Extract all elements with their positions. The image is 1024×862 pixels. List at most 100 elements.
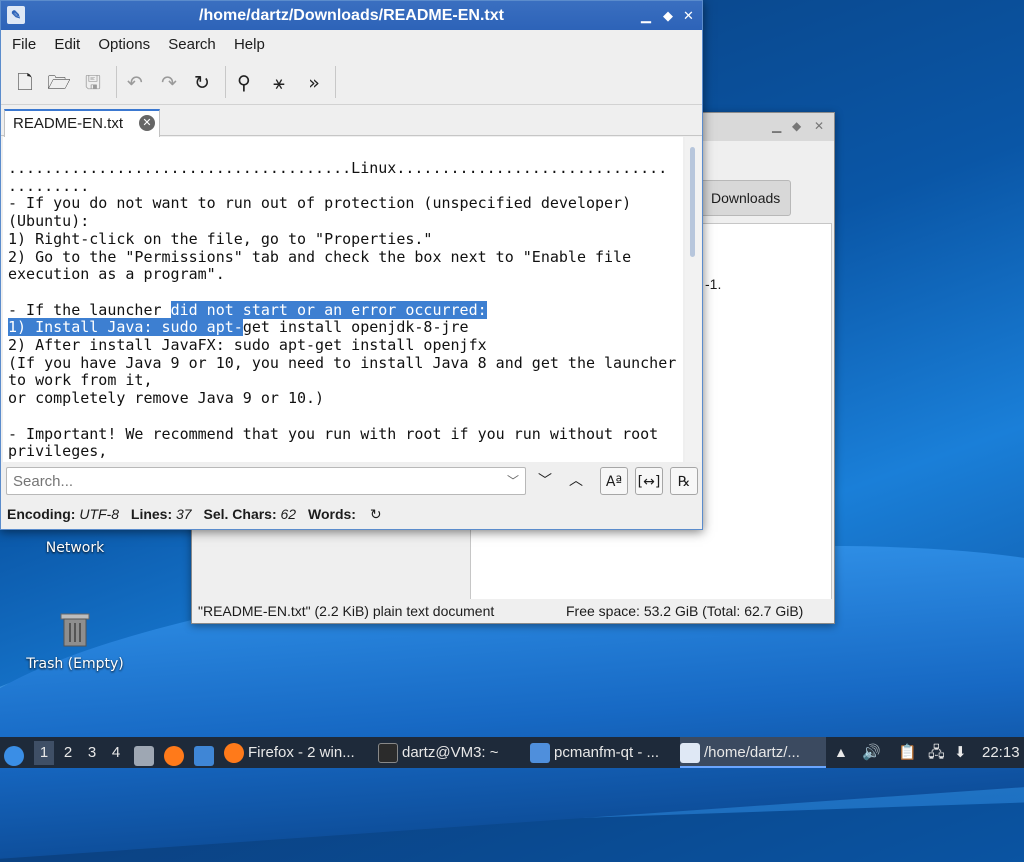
- chevron-down-icon[interactable]: ﹀: [507, 472, 519, 489]
- whole-word-icon[interactable]: [↔]: [635, 467, 663, 495]
- task-pcmanfm[interactable]: pcmanfm-qt - ...: [530, 737, 676, 768]
- editor-titlebar[interactable]: ✎ /home/dartz/Downloads/README-EN.txt ▁ …: [1, 1, 702, 30]
- save-icon[interactable]: 🖫: [80, 70, 106, 96]
- lines-label: Lines:: [130, 506, 173, 522]
- task-text-editor[interactable]: /home/dartz/...: [680, 737, 826, 768]
- breadcrumb-downloads[interactable]: Downloads: [700, 180, 792, 216]
- editor-window[interactable]: ✎ /home/dartz/Downloads/README-EN.txt ▁ …: [0, 0, 703, 530]
- task-label: dartz@VM3: ~: [402, 744, 499, 761]
- text-line: 2) After install JavaFX: sudo apt-get in…: [8, 336, 487, 355]
- file-manager-launcher-icon[interactable]: [134, 737, 156, 768]
- refresh-word-count-icon[interactable]: ↻: [370, 506, 382, 522]
- text-line: (If you have Java 9 or 10, you need to i…: [8, 353, 677, 372]
- find-replace-icon[interactable]: ⚹: [266, 70, 292, 96]
- task-label: /home/dartz/...: [704, 744, 800, 761]
- minimize-icon[interactable]: ▁: [641, 1, 651, 30]
- clipboard-icon[interactable]: 📋: [898, 737, 918, 768]
- close-icon[interactable]: ✕: [814, 119, 824, 133]
- workspace-4[interactable]: 4: [106, 741, 126, 765]
- terminal-icon: [378, 743, 398, 764]
- search-input[interactable]: [7, 468, 509, 494]
- desktop-icon-network[interactable]: Network: [15, 536, 135, 556]
- vertical-scrollbar[interactable]: [685, 137, 701, 462]
- regex-icon[interactable]: ℞: [670, 467, 698, 495]
- lines-value: 37: [176, 506, 192, 522]
- editor-statusbar: Encoding: UTF-8 Lines: 37 Sel. Chars: 62…: [7, 506, 382, 523]
- maximize-icon[interactable]: ◆: [663, 1, 673, 30]
- text-line: (Ubuntu):: [8, 212, 90, 231]
- menu-edit[interactable]: Edit: [47, 36, 87, 53]
- desktop-icon-label: Trash (Empty): [26, 656, 124, 672]
- close-tab-icon[interactable]: ✕: [139, 115, 156, 131]
- file-manager-statusbar: "README-EN.txt" (2.2 KiB) plain text doc…: [192, 599, 834, 623]
- task-label: Firefox - 2 win...: [248, 744, 355, 761]
- find-icon[interactable]: ⚲: [231, 70, 257, 96]
- encoding-label: Encoding:: [7, 506, 76, 522]
- find-next-icon[interactable]: ﹀: [531, 467, 559, 495]
- tab-readme[interactable]: README-EN.txt ✕: [4, 109, 161, 137]
- volume-icon[interactable]: 🔊: [862, 737, 882, 768]
- network-icon[interactable]: 🖧: [928, 737, 948, 768]
- workspace-1[interactable]: 1: [34, 741, 54, 765]
- minimize-icon[interactable]: ▁: [772, 119, 781, 133]
- maximize-icon[interactable]: ◆: [792, 119, 801, 133]
- search-field[interactable]: ﹀: [6, 467, 526, 495]
- text-line: 2) Go to the "Permissions" tab and check…: [8, 247, 632, 266]
- tab-label: README-EN.txt: [13, 115, 124, 132]
- menu-file[interactable]: File: [5, 36, 43, 53]
- text-line: privileges,: [8, 442, 108, 461]
- redo-icon[interactable]: ↷: [156, 70, 182, 96]
- folder-icon: [530, 743, 550, 764]
- text-line: - If you do not want to run out of prote…: [8, 194, 632, 213]
- search-bar: ﹀ ﹀ ︿ Aª [↔] ℞: [1, 463, 702, 501]
- open-folder-icon[interactable]: 🗁: [46, 70, 72, 96]
- scrollbar-thumb[interactable]: [690, 147, 695, 257]
- toolbar: 🗋 🗁 🖫 ↶ ↷ ↻ ⚲ ⚹ »: [1, 60, 702, 105]
- workspace-2[interactable]: 2: [58, 741, 78, 765]
- firefox-launcher-icon[interactable]: [164, 737, 186, 768]
- firefox-icon: [224, 743, 244, 764]
- text-editor-icon: [680, 743, 700, 764]
- taskbar: 1 2 3 4 Firefox - 2 win... dartz@VM3: ~ …: [0, 737, 1024, 768]
- clock[interactable]: 22:13: [982, 737, 1022, 768]
- text-editor-app-icon: ✎: [7, 6, 25, 24]
- task-label: pcmanfm-qt - ...: [554, 744, 660, 761]
- text-line: ......................................Li…: [8, 159, 668, 177]
- text-line: execution as a program".: [8, 265, 225, 284]
- text-line: or completely remove Java 9 or 10.): [8, 389, 325, 408]
- more-icon[interactable]: »: [301, 70, 327, 96]
- desktop-icon-label: Network: [45, 540, 105, 556]
- menu-search[interactable]: Search: [161, 36, 223, 53]
- tray-arrow-icon[interactable]: ▲: [834, 737, 854, 768]
- text-line: .........: [8, 176, 90, 195]
- text-line: 1) Right-click on the file, go to "Prope…: [8, 229, 433, 248]
- text-line: get install openjdk-8-jre: [242, 318, 469, 337]
- window-title: /home/dartz/Downloads/README-EN.txt: [199, 7, 504, 24]
- new-file-icon[interactable]: 🗋: [12, 70, 38, 96]
- find-previous-icon[interactable]: ︿: [562, 467, 590, 495]
- sel-chars-value: 62: [280, 506, 297, 522]
- menu-help[interactable]: Help: [227, 36, 272, 53]
- reload-icon[interactable]: ↻: [189, 70, 215, 96]
- status-free-space: Free space: 53.2 GiB (Total: 62.7 GiB): [566, 603, 804, 619]
- text-area[interactable]: ......................................Li…: [3, 137, 683, 462]
- update-notifier-icon[interactable]: ⬇: [954, 737, 974, 768]
- show-desktop-icon[interactable]: [194, 737, 216, 768]
- start-menu-icon[interactable]: [4, 737, 28, 768]
- menu-options[interactable]: Options: [91, 36, 157, 53]
- close-icon[interactable]: ✕: [683, 1, 694, 30]
- lubuntu-logo-icon: [4, 745, 24, 766]
- encoding-value: UTF-8: [79, 506, 119, 522]
- desktop-icon-trash[interactable]: Trash (Empty): [15, 608, 135, 672]
- match-case-icon[interactable]: Aª: [600, 467, 628, 495]
- workspace-3[interactable]: 3: [82, 741, 102, 765]
- trash-icon: [60, 613, 90, 647]
- task-firefox[interactable]: Firefox - 2 win...: [224, 737, 370, 768]
- selected-text: 1) Install Java: sudo apt-: [8, 318, 243, 337]
- toolbar-separator: [116, 66, 117, 98]
- toolbar-separator: [335, 66, 336, 98]
- task-terminal[interactable]: dartz@VM3: ~: [378, 737, 524, 768]
- undo-icon[interactable]: ↶: [122, 70, 148, 96]
- tab-bar: README-EN.txt ✕: [1, 105, 702, 137]
- selected-text: did not start or an error occurred:: [170, 300, 487, 319]
